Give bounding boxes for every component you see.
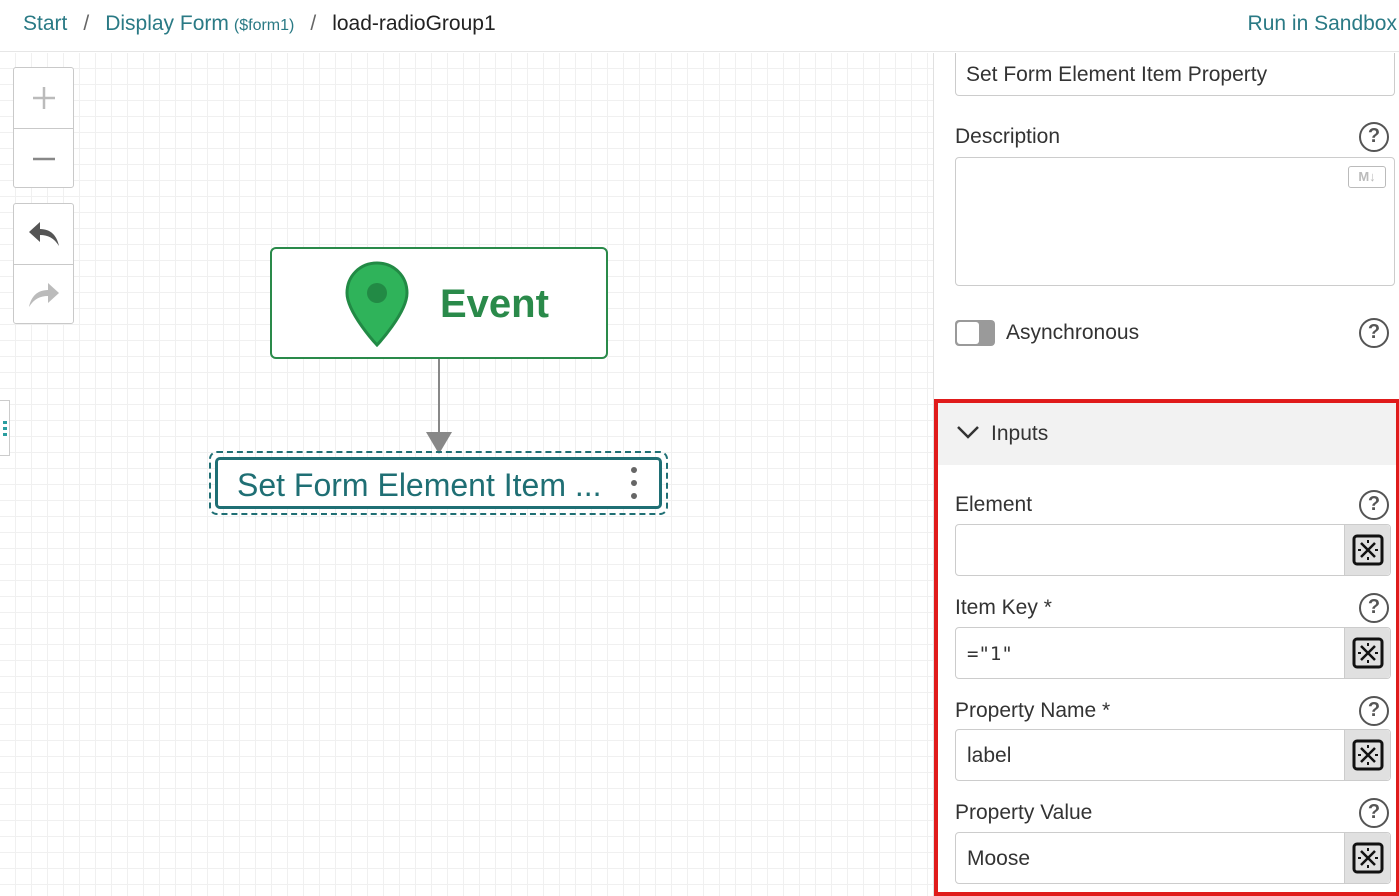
breadcrumb-start-link[interactable]: Start: [23, 12, 67, 36]
description-textarea[interactable]: M↓: [955, 157, 1395, 286]
zoom-out-button[interactable]: [14, 128, 73, 188]
properties-panel: Set Form Element Item Property Descripti…: [933, 53, 1399, 896]
run-in-sandbox-link[interactable]: Run in Sandbox: [1248, 12, 1397, 36]
handle-grip: [2, 432, 7, 436]
property-value-label: Property Value: [955, 801, 1093, 824]
element-input[interactable]: [955, 524, 1391, 576]
asynchronous-help-icon[interactable]: ?: [1359, 318, 1389, 348]
property-name-input[interactable]: label: [955, 729, 1391, 781]
map-pin-icon: [345, 261, 409, 347]
event-node[interactable]: Event: [270, 247, 608, 359]
event-node-label: Event: [440, 282, 549, 326]
side-panel-handle[interactable]: [0, 400, 10, 456]
element-help-icon[interactable]: ?: [1359, 490, 1389, 520]
inputs-section-title: Inputs: [991, 422, 1049, 445]
expression-editor-icon: [1352, 637, 1383, 669]
zoom-controls: [13, 67, 74, 188]
asynchronous-toggle[interactable]: [955, 320, 995, 346]
kebab-dot: [631, 467, 637, 473]
breadcrumb-separator: /: [83, 12, 90, 35]
zoom-in-button[interactable]: [14, 68, 73, 128]
item-key-input[interactable]: ="1": [955, 627, 1391, 679]
asynchronous-label: Asynchronous: [1006, 321, 1140, 344]
breadcrumb-form-link[interactable]: Display Form ($form1): [105, 12, 294, 36]
kebab-dot: [631, 493, 637, 499]
property-value-help-icon[interactable]: ?: [1359, 798, 1389, 828]
property-value-value: Moose: [967, 847, 1031, 870]
property-name-value: label: [967, 744, 1012, 767]
element-expression-button[interactable]: [1344, 525, 1390, 575]
property-name-label: Property Name *: [955, 699, 1111, 722]
breadcrumb-separator: /: [310, 12, 317, 35]
property-name-expression-button[interactable]: [1344, 730, 1390, 780]
redo-button[interactable]: [14, 264, 73, 324]
item-key-label: Item Key *: [955, 596, 1052, 619]
kebab-dot: [631, 480, 637, 486]
description-help-icon[interactable]: ?: [1359, 122, 1389, 152]
flow-canvas[interactable]: Event Set Form Element Item ...: [0, 53, 933, 896]
item-key-expression-button[interactable]: [1344, 628, 1390, 678]
element-label: Element: [955, 493, 1033, 516]
step-name-input[interactable]: Set Form Element Item Property: [955, 53, 1395, 96]
item-key-value: ="1": [967, 643, 1013, 665]
action-node-selection[interactable]: Set Form Element Item ...: [209, 451, 668, 515]
breadcrumb-form-variable: ($form1): [233, 17, 295, 34]
undo-icon: [28, 222, 59, 246]
expression-editor-icon: [1352, 534, 1383, 566]
node-menu-button[interactable]: [631, 467, 637, 499]
flow-connector: [438, 359, 440, 435]
description-label: Description: [955, 125, 1061, 148]
markdown-icon: M↓: [1348, 166, 1386, 188]
handle-grip: [2, 426, 7, 430]
inputs-section-header[interactable]: Inputs: [938, 403, 1396, 465]
handle-grip: [2, 420, 7, 424]
action-node-label: Set Form Element Item ...: [237, 467, 602, 503]
breadcrumb-header: Start / Display Form ($form1) / load-radi…: [0, 0, 1399, 52]
item-key-help-icon[interactable]: ?: [1359, 593, 1389, 623]
inputs-section: Inputs Element ? Item Key * ? ="1" Prope…: [934, 399, 1399, 896]
property-value-input[interactable]: Moose: [955, 832, 1391, 884]
undo-button[interactable]: [14, 204, 73, 264]
breadcrumb-form-label: Display Form: [105, 12, 229, 35]
expression-editor-icon: [1352, 739, 1383, 771]
plus-icon: [32, 87, 55, 109]
expression-editor-icon: [1352, 842, 1383, 874]
minus-icon: [32, 157, 55, 160]
chevron-down-icon: [957, 426, 979, 439]
property-name-help-icon[interactable]: ?: [1359, 696, 1389, 726]
action-node[interactable]: Set Form Element Item ...: [215, 457, 662, 509]
history-controls: [13, 203, 74, 324]
breadcrumb-current: load-radioGroup1: [332, 12, 496, 35]
redo-icon: [28, 282, 59, 307]
toggle-knob: [957, 322, 979, 344]
property-value-expression-button[interactable]: [1344, 833, 1390, 883]
breadcrumb: Start / Display Form ($form1) / load-radi…: [23, 12, 496, 36]
